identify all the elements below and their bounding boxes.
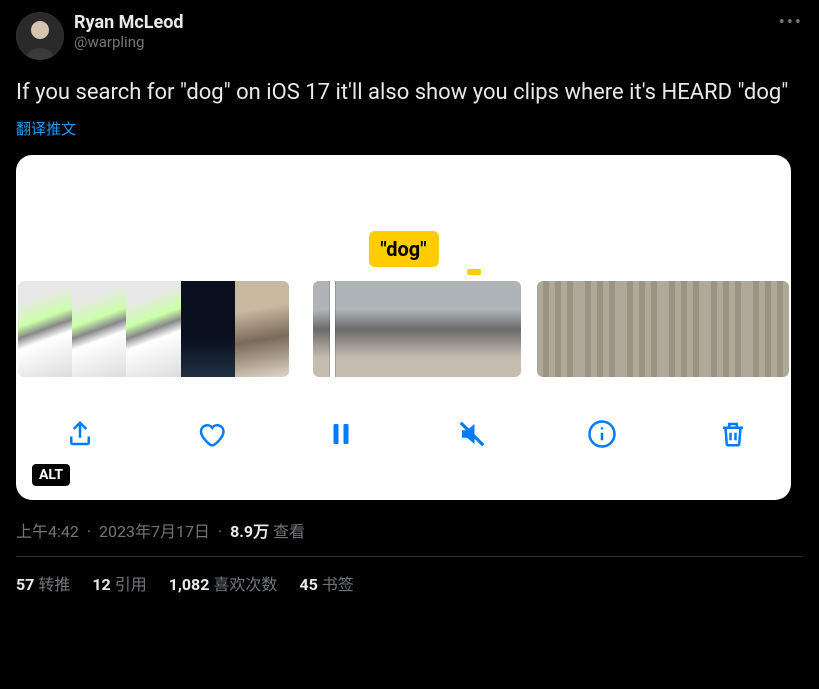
bookmarks-label: 书签 [322,575,354,594]
alt-badge[interactable]: ALT [32,464,70,486]
clip-frame [747,281,789,377]
media-card[interactable]: "dog" [16,155,791,500]
meta-line[interactable]: 上午4:42 · 2023年7月17日 · 8.9万 查看 [16,518,803,542]
likes-label: 喜欢次数 [213,575,277,594]
clip-frame [18,281,72,377]
clip-group[interactable] [313,281,521,377]
pause-button[interactable] [321,414,361,454]
media-toolbar [16,414,791,454]
clip-frame [417,281,521,377]
clip-frame [579,281,621,377]
views-count: 8.9万 [230,522,269,541]
heart-icon [196,419,226,449]
bookmarks-count: 45 [299,575,317,594]
pause-icon [326,419,356,449]
clip-frame [126,281,180,377]
likes-count: 1,082 [169,575,210,594]
views-label: 查看 [273,522,305,541]
more-button[interactable]: ••• [779,12,803,33]
speaker-muted-icon [457,419,487,449]
separator: · [218,522,222,541]
share-icon [65,419,95,449]
clip-frame [72,281,126,377]
clip-group[interactable] [537,281,789,377]
author-block[interactable]: Ryan McLeod @warpling [74,12,184,51]
video-timeline[interactable] [16,281,791,377]
like-button[interactable] [191,414,231,454]
clip-frame [313,281,417,377]
mute-button[interactable] [452,414,492,454]
post-date: 2023年7月17日 [99,522,210,541]
info-button[interactable] [582,414,622,454]
clip-group[interactable] [18,281,289,377]
handle: @warpling [74,33,184,51]
tweet-header: Ryan McLeod @warpling [16,12,803,60]
separator: · [87,522,91,541]
clip-frame [181,281,235,377]
translate-link[interactable]: 翻译推文 [16,118,76,139]
stats-row: 57转推 12 引用 1,082喜欢次数 45 书签 [16,557,803,595]
retweets-label: 转推 [38,575,70,594]
trash-icon [718,419,748,449]
stat-retweets[interactable]: 57转推 [16,571,70,595]
caption-tick [467,269,481,275]
tweet-container: Ryan McLeod @warpling ••• If you search … [0,0,819,595]
clip-frame [621,281,663,377]
display-name: Ryan McLeod [74,12,184,33]
post-time: 上午4:42 [16,522,79,541]
clip-frame [537,281,579,377]
caption-bubble: "dog" [368,231,438,267]
clip-frame [705,281,747,377]
tweet-text: If you search for "dog" on iOS 17 it'll … [16,78,803,108]
quotes-label: 引用 [115,575,147,594]
clip-frame [235,281,289,377]
playhead[interactable] [330,281,335,377]
quotes-count: 12 [92,575,110,594]
share-button[interactable] [60,414,100,454]
avatar[interactable] [16,12,64,60]
stat-quotes[interactable]: 12 引用 [92,571,146,595]
avatar-image [16,12,64,60]
retweets-count: 57 [16,575,34,594]
info-icon [587,419,617,449]
clip-frame [663,281,705,377]
delete-button[interactable] [713,414,753,454]
stat-bookmarks[interactable]: 45 书签 [299,571,353,595]
stat-likes[interactable]: 1,082喜欢次数 [169,571,278,595]
